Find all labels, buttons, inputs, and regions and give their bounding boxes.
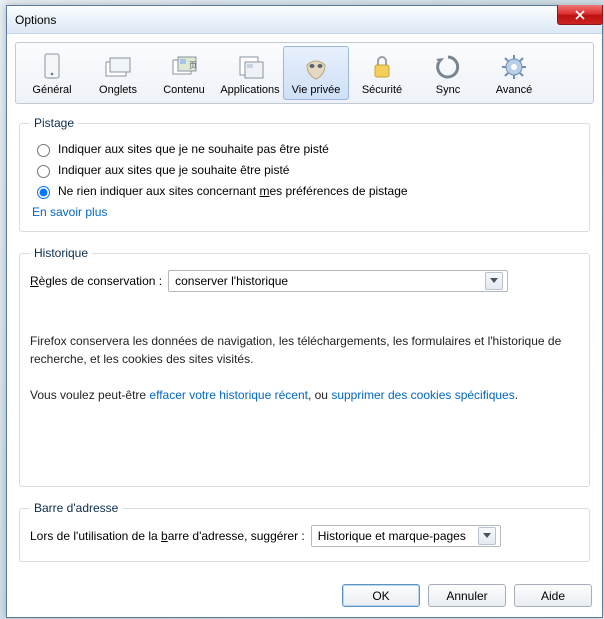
tab-sync-label: Sync	[436, 84, 460, 96]
tab-privacy[interactable]: Vie privée	[283, 46, 349, 100]
tracking-learn-more-link[interactable]: En savoir plus	[32, 205, 107, 219]
tracking-opt-allow-track[interactable]: Indiquer aux sites que je souhaite être …	[32, 162, 579, 178]
tracking-group: Pistage Indiquer aux sites que je ne sou…	[19, 116, 590, 232]
addressbar-label: Lors de l'utilisation de la barre d'adre…	[30, 529, 305, 543]
gear-icon	[498, 51, 530, 83]
chevron-down-icon	[478, 527, 496, 545]
clear-recent-history-link[interactable]: effacer votre historique récent	[149, 388, 308, 402]
content-icon: 页	[168, 51, 200, 83]
window-title: Options	[15, 13, 56, 27]
security-icon	[366, 51, 398, 83]
tab-tabs-label: Onglets	[99, 84, 137, 96]
tab-security-label: Sécurité	[362, 84, 402, 96]
privacy-icon	[300, 51, 332, 83]
general-icon	[36, 51, 68, 83]
chevron-down-icon	[485, 272, 503, 290]
history-legend: Historique	[30, 246, 92, 260]
svg-text:页: 页	[189, 61, 197, 70]
content-area: Pistage Indiquer aux sites que je ne sou…	[7, 108, 602, 578]
addressbar-group: Barre d'adresse Lors de l'utilisation de…	[19, 501, 590, 562]
tab-privacy-label: Vie privée	[292, 84, 341, 96]
tab-general[interactable]: Général	[19, 46, 85, 100]
help-button[interactable]: Aide	[514, 584, 592, 607]
history-description: Firefox conservera les données de naviga…	[30, 332, 579, 476]
tab-advanced[interactable]: Avancé	[481, 46, 547, 100]
remove-cookies-link[interactable]: supprimer des cookies spécifiques	[331, 388, 514, 402]
options-window: Options Général Onglets 页 Contenu	[6, 5, 603, 618]
tab-security[interactable]: Sécurité	[349, 46, 415, 100]
history-group: Historique Règles de conservation : cons…	[19, 246, 590, 487]
tracking-opt3-label: Ne rien indiquer aux sites concernant me…	[58, 184, 408, 198]
history-rule-label: Règles de conservation :	[30, 274, 162, 288]
tracking-opt2-label: Indiquer aux sites que je souhaite être …	[58, 163, 289, 177]
category-toolbar: Général Onglets 页 Contenu Applications V…	[15, 42, 594, 104]
tracking-radio-1[interactable]	[37, 144, 50, 157]
tracking-legend: Pistage	[30, 116, 78, 130]
tab-tabs[interactable]: Onglets	[85, 46, 151, 100]
tab-sync[interactable]: Sync	[415, 46, 481, 100]
tab-applications[interactable]: Applications	[217, 46, 283, 100]
tab-advanced-label: Avancé	[496, 84, 533, 96]
tracking-radio-3[interactable]	[37, 186, 50, 199]
history-rule-select[interactable]: conserver l'historique	[168, 270, 508, 292]
addressbar-suggest-select[interactable]: Historique et marque-pages	[311, 525, 501, 547]
ok-button[interactable]: OK	[342, 584, 420, 607]
tab-applications-label: Applications	[220, 84, 279, 96]
cancel-button[interactable]: Annuler	[428, 584, 506, 607]
history-desc2: Vous voulez peut-être effacer votre hist…	[30, 386, 579, 404]
addressbar-value: Historique et marque-pages	[318, 529, 466, 543]
addressbar-legend: Barre d'adresse	[30, 501, 122, 515]
history-desc1: Firefox conservera les données de naviga…	[30, 332, 579, 368]
tabs-icon	[102, 51, 134, 83]
sync-icon	[432, 51, 464, 83]
tracking-opt-no-pref[interactable]: Ne rien indiquer aux sites concernant me…	[32, 183, 579, 199]
close-button[interactable]	[557, 5, 603, 25]
history-rule-value: conserver l'historique	[175, 274, 288, 288]
tracking-opt1-label: Indiquer aux sites que je ne souhaite pa…	[58, 142, 329, 156]
applications-icon	[234, 51, 266, 83]
tracking-opt-do-not-track[interactable]: Indiquer aux sites que je ne souhaite pa…	[32, 141, 579, 157]
tab-general-label: Général	[32, 84, 71, 96]
tab-content[interactable]: 页 Contenu	[151, 46, 217, 100]
titlebar: Options	[7, 6, 602, 34]
tracking-radio-2[interactable]	[37, 165, 50, 178]
dialog-buttons: OK Annuler Aide	[7, 578, 602, 617]
close-icon	[575, 10, 585, 20]
tab-content-label: Contenu	[163, 84, 205, 96]
